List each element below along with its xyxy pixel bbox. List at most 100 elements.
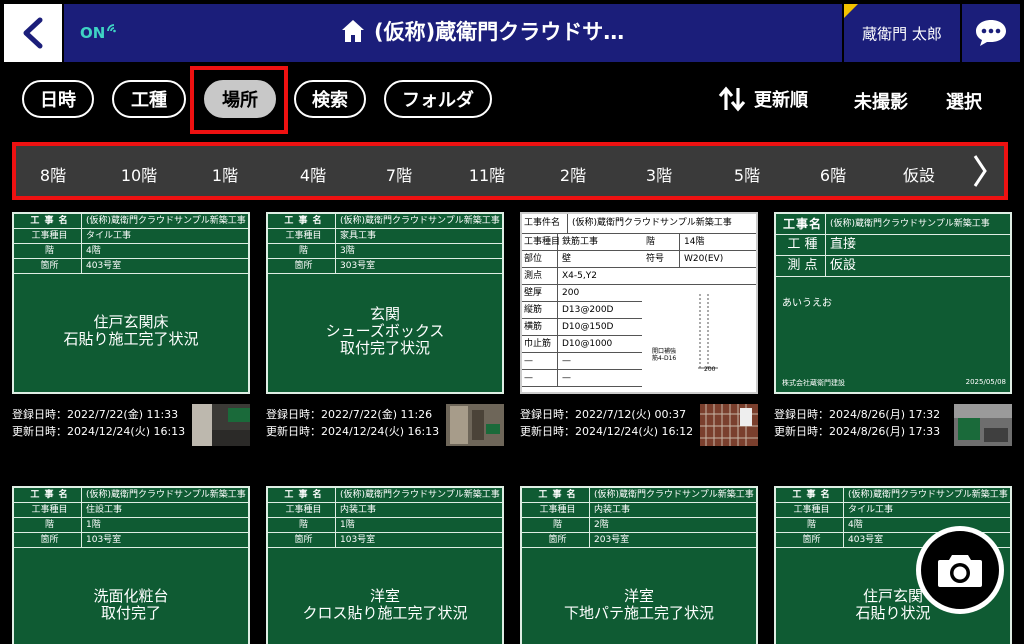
board-row: 工 事 名 (仮称)蔵衛門クラウドサンプル新築工事 (14, 488, 248, 503)
board-date: 2025/05/08 (965, 378, 1006, 386)
floor-item[interactable]: 2階 (538, 162, 608, 186)
filter-date-button[interactable]: 日時 (22, 80, 94, 118)
thumbnail-image (192, 404, 250, 446)
home-icon (342, 20, 364, 42)
board-row: 階 1階 (14, 518, 248, 533)
app-header: ON (仮称)蔵衛門クラウドサ… 蔵衛門 太郎 (0, 0, 1024, 64)
floor-next-button[interactable] (972, 154, 988, 192)
photo-card[interactable]: 工 事 名 (仮称)蔵衛門クラウドサンプル新築工事 工事種目 内装工事 階 2階 箇所… (520, 486, 758, 644)
camera-icon (938, 555, 982, 587)
project-title-text: (仮称)蔵衛門クラウドサ… (374, 20, 625, 44)
filter-toolbar: 日時 工種 場所 検索 フォルダ 更新順 未撮影 選択 (0, 66, 1024, 136)
photo-dates: 登録日時：2024/8/26(月) 17:32 更新日時：2024/8/26(月… (774, 408, 941, 438)
board-row: 工 種直接 (776, 235, 1010, 256)
board-row: 箇所 203号室 (522, 533, 756, 548)
board-row: 測点 X4-5,Y2 (522, 268, 756, 285)
floor-item[interactable]: 7階 (364, 162, 434, 186)
board-row: 工事種目 鉄筋工事階 14階 (522, 234, 756, 251)
select-button[interactable]: 選択 (946, 88, 982, 114)
board-row: 工事種目 内装工事 (522, 503, 756, 518)
unshot-button[interactable]: 未撮影 (854, 88, 908, 114)
photo-card[interactable]: 工 事 名 (仮称)蔵衛門クラウドサンプル新築工事 工事種目 住設工事 階 1階 箇所… (12, 486, 250, 644)
thumbnail-image (446, 404, 504, 446)
board-row: 工 事 名 (仮称)蔵衛門クラウドサンプル新築工事 (268, 214, 502, 229)
chat-bubble-icon (976, 20, 1006, 46)
board-row: 箇所 103号室 (268, 533, 502, 548)
board-row: 縦筋 D13@200D (522, 302, 642, 319)
photo-dates: 登録日時：2022/7/22(金) 11:26 更新日時：2024/12/24(… (266, 408, 440, 438)
board-row: 工事種目 住設工事 (14, 503, 248, 518)
board-company: 株式会社蔵衛門建設 (782, 379, 845, 387)
board-row: 測 点仮設 (776, 256, 1010, 277)
thumbnail-image (700, 404, 758, 446)
floor-item[interactable]: 4階 (278, 162, 348, 186)
floor-item[interactable]: 6階 (798, 162, 868, 186)
board-row: 工事種目 タイル工事 (14, 229, 248, 244)
board-row: 工事名 (仮称)蔵衛門クラウドサンプル新築工事 (776, 214, 1010, 235)
board-row: 工 事 名 (仮称)蔵衛門クラウドサンプル新築工事 (268, 488, 502, 503)
photo-dates: 登録日時：2022/7/12(火) 00:37 更新日時：2024/12/24(… (520, 408, 694, 438)
connection-status: ON (80, 24, 120, 42)
filter-folder-button[interactable]: フォルダ (384, 80, 492, 118)
filter-worktype-button[interactable]: 工種 (112, 80, 186, 118)
board-row: 階 3階 (268, 244, 502, 259)
board-description: 洋室 下地パテ施工完了状況 (563, 587, 714, 622)
board-row: 壁厚 200 (522, 285, 642, 302)
floor-item[interactable]: 3階 (624, 162, 694, 186)
location-highlight (190, 66, 288, 134)
title-bar: ON (仮称)蔵衛門クラウドサ… (64, 4, 842, 62)
board-row: 階 1階 (268, 518, 502, 533)
floor-item[interactable]: 仮設 (884, 162, 954, 186)
camera-button[interactable] (916, 526, 1004, 614)
board-row: 工 事 名 (仮称)蔵衛門クラウドサンプル新築工事 (522, 488, 756, 503)
floor-item[interactable]: 8階 (18, 162, 88, 186)
status-text: ON (80, 24, 106, 42)
photo-card[interactable]: 工事名 (仮称)蔵衛門クラウドサンプル新築工事 工 種直接 測 点仮設 あいうえお… (774, 212, 1012, 394)
photo-card[interactable]: 工事件名 (仮称)蔵衛門クラウドサンプル新築工事 工事種目 鉄筋工事階 14階 部位壁… (520, 212, 758, 394)
board-row: 工事種目 タイル工事 (776, 503, 1010, 518)
photo-card[interactable]: 工 事 名 (仮称)蔵衛門クラウドサンプル新築工事 工事種目 内装工事 階 1階 箇所… (266, 486, 504, 644)
chevron-left-icon (23, 17, 43, 49)
photo-card[interactable]: 工 事 名 (仮称)蔵衛門クラウドサンプル新築工事 工事種目 タイル工事 階 4階 箇… (12, 212, 250, 394)
photo-thumbnail[interactable] (954, 404, 1012, 446)
wifi-icon (107, 24, 117, 33)
photo-card[interactable]: 工 事 名 (仮称)蔵衛門クラウドサンプル新築工事 工事種目 家具工事 階 3階 箇所… (266, 212, 504, 394)
sort-arrows-icon (718, 86, 746, 112)
chat-button[interactable] (962, 4, 1020, 62)
board-row: 箇所 103号室 (14, 533, 248, 548)
board-row: 工 事 名 (仮称)蔵衛門クラウドサンプル新築工事 (776, 488, 1010, 503)
user-corner-mark (844, 4, 858, 18)
sort-label: 更新順 (754, 90, 808, 111)
board-description: 洋室 クロス貼り施工完了状況 (302, 587, 468, 622)
board-row: 階 2階 (522, 518, 756, 533)
floor-item[interactable]: 10階 (104, 162, 174, 186)
board-row: — — (522, 370, 642, 387)
filter-search-button[interactable]: 検索 (294, 80, 366, 118)
chevron-right-icon (973, 155, 987, 187)
project-title[interactable]: (仮称)蔵衛門クラウドサ… (340, 16, 624, 46)
diagram-label: 開口補強筋4-D16 (652, 348, 677, 362)
rebar-diagram (698, 294, 718, 369)
board-note: あいうえお (782, 298, 832, 309)
thumbnail-image (954, 404, 1012, 446)
camera-button-inner (921, 531, 999, 609)
photo-thumbnail[interactable] (700, 404, 758, 446)
board-row: 工事種目 家具工事 (268, 229, 502, 244)
photo-thumbnail[interactable] (192, 404, 250, 446)
board-row: — — (522, 353, 642, 370)
board-description: 住戸玄関床 石貼り施工完了状況 (63, 313, 199, 348)
back-button[interactable] (4, 4, 62, 62)
photo-thumbnail[interactable] (446, 404, 504, 446)
board-description: 洗面化粧台 取付完了 (93, 587, 169, 622)
sort-button[interactable]: 更新順 (718, 86, 808, 112)
floor-item[interactable]: 11階 (452, 162, 522, 186)
floor-item[interactable]: 1階 (190, 162, 260, 186)
board-row: 工事件名 (仮称)蔵衛門クラウドサンプル新築工事 (522, 214, 756, 234)
floor-selector: 8階 10階 1階 4階 7階 11階 2階 3階 5階 6階 仮設 (12, 142, 1008, 200)
floor-item[interactable]: 5階 (712, 162, 782, 186)
user-account[interactable]: 蔵衛門 太郎 (844, 4, 960, 62)
board-description: 玄関 シューズボックス 取付完了状況 (325, 305, 445, 357)
board-row: 箇所 403号室 (14, 259, 248, 274)
photo-dates: 登録日時：2022/7/22(金) 11:33 更新日時：2024/12/24(… (12, 408, 186, 438)
user-name: 蔵衛門 太郎 (862, 24, 942, 43)
